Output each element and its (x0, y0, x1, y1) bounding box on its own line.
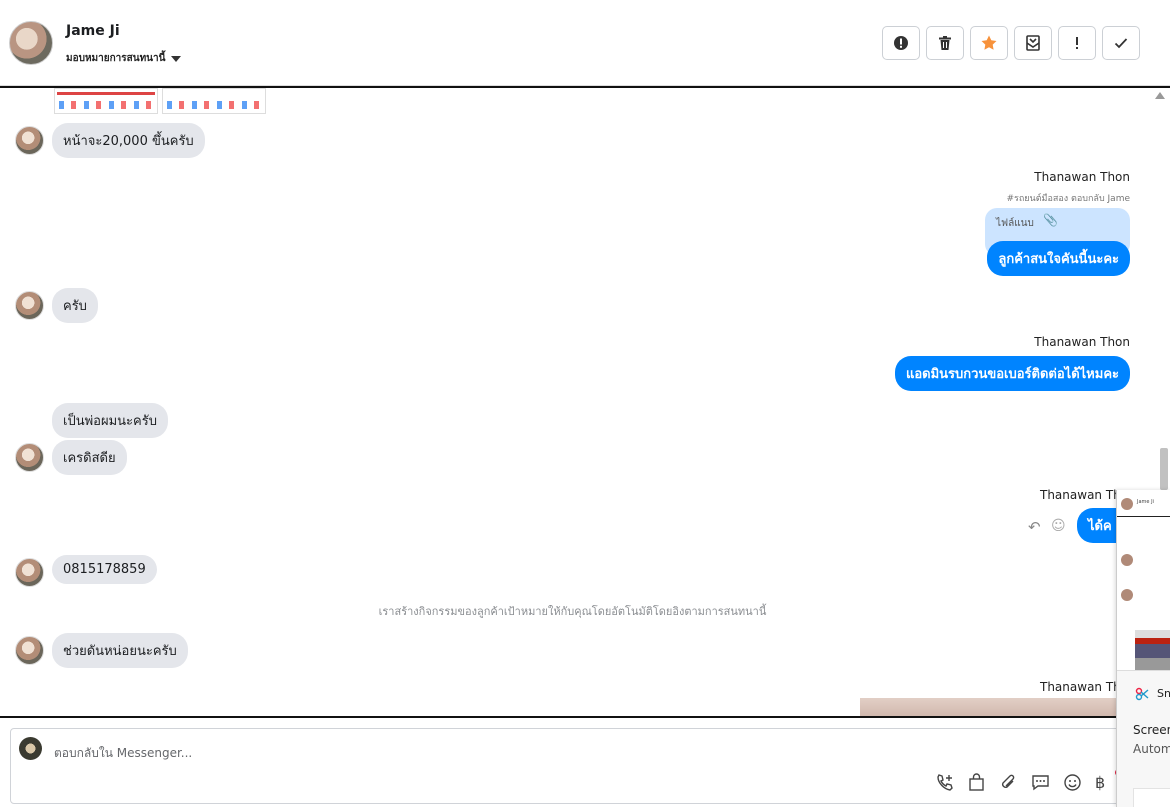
done-icon (1114, 38, 1128, 49)
image-thumbnail[interactable] (162, 88, 266, 114)
system-note: เราสร้างกิจกรรมของลูกค้าเป้าหมายให้กับคุ… (378, 605, 767, 618)
incoming-message: ช่วยดันหน่อยนะครับ (52, 633, 188, 668)
star-icon (981, 35, 997, 50)
mini-avatar (1121, 554, 1133, 566)
sender-name: Thanawan Thon (1034, 170, 1130, 184)
assign-conversation-dropdown[interactable]: มอบหมายการสนทนานี้ (66, 51, 182, 66)
assign-label: มอบหมายการสนทนานี้ (66, 53, 166, 64)
paperclip-icon: 📎 (1043, 213, 1058, 227)
outgoing-message: แอดมินรบกวนขอเบอร์ติดต่อได้ไหมคะ (894, 356, 1130, 391)
mini-image (1135, 630, 1170, 670)
page-avatar (19, 737, 42, 760)
incoming-message: หน้าจะ20,000 ขึ้นครับ (52, 123, 205, 158)
contact-avatar (15, 291, 44, 320)
reply-icon[interactable]: ↶ (1028, 518, 1041, 536)
attachment-label: ไฟล์แนบ (996, 218, 1034, 229)
incoming-message: ครับ (52, 288, 98, 323)
chat-icon[interactable] (1031, 773, 1050, 792)
notification-title: Screen (1133, 723, 1170, 737)
spam-button[interactable] (882, 26, 920, 60)
message-thread[interactable]: หน้าจะ20,000 ขึ้นครับ Thanawan Thon #รถย… (0, 86, 1170, 718)
bag-icon[interactable] (967, 773, 986, 792)
contact-avatar (15, 443, 44, 472)
emoji-react-icon[interactable]: ☺ (1051, 518, 1066, 534)
mini-avatar (1121, 589, 1133, 601)
mini-avatar (1121, 498, 1133, 510)
contact-avatar (15, 126, 44, 155)
outgoing-message: ลูกค้าสนใจคันนี้นะคะ (987, 241, 1130, 276)
contact-avatar (15, 636, 44, 665)
mark-unread-button[interactable] (1014, 26, 1052, 60)
spam-icon (894, 36, 908, 50)
incoming-message: 0815178859 (52, 555, 157, 584)
done-button[interactable] (1102, 26, 1140, 60)
call-add-icon[interactable] (935, 773, 954, 792)
mark-unread-icon (1026, 35, 1040, 51)
incoming-message: เป็นพ่อผมนะครับ (52, 403, 168, 438)
divider (1117, 516, 1170, 517)
image-attachment[interactable] (860, 698, 1120, 716)
contact-avatar (15, 558, 44, 587)
emoji-icon[interactable] (1063, 773, 1082, 792)
caret-down-icon (171, 55, 182, 62)
snipping-tool-notification[interactable]: Sn Screen Autom (1117, 670, 1170, 807)
sender-name: Thanawan Thon (1034, 335, 1130, 349)
snipping-tool-name: Sn (1157, 687, 1170, 700)
contact-avatar[interactable] (9, 21, 53, 65)
notification-subtitle: Autom (1133, 742, 1170, 756)
paperclip-icon[interactable] (999, 773, 1018, 792)
scroll-up-arrow[interactable] (1155, 92, 1165, 99)
reply-context: #รถยนต์มือสอง ตอบกลับ Jame (1006, 194, 1130, 204)
baht-icon[interactable]: ฿ (1095, 773, 1114, 792)
header-actions (882, 26, 1140, 60)
reply-input[interactable]: ตอบกลับใน Messenger... (54, 744, 192, 763)
composer-tools: ฿ (935, 773, 1114, 792)
image-thumbnail[interactable] (54, 88, 158, 114)
notification-thumbnail[interactable] (1133, 788, 1170, 807)
important-button[interactable] (1058, 26, 1096, 60)
mini-contact-name: Jame Ji (1137, 499, 1154, 505)
star-button[interactable] (970, 26, 1008, 60)
important-icon (1076, 37, 1078, 49)
message-composer: ตอบกลับใน Messenger... ฿ (10, 728, 1150, 804)
scrollbar-thumb[interactable] (1160, 448, 1168, 490)
contact-name[interactable]: Jame Ji (66, 23, 120, 39)
trash-icon (939, 36, 951, 50)
conversation-header: Jame Ji มอบหมายการสนทนานี้ (0, 0, 1170, 86)
delete-button[interactable] (926, 26, 964, 60)
incoming-message: เครดิสดีย (52, 440, 127, 475)
snipping-tool-icon (1135, 687, 1149, 701)
screenshot-preview-panel[interactable]: Jame Ji Sn Screen Autom (1116, 490, 1170, 807)
